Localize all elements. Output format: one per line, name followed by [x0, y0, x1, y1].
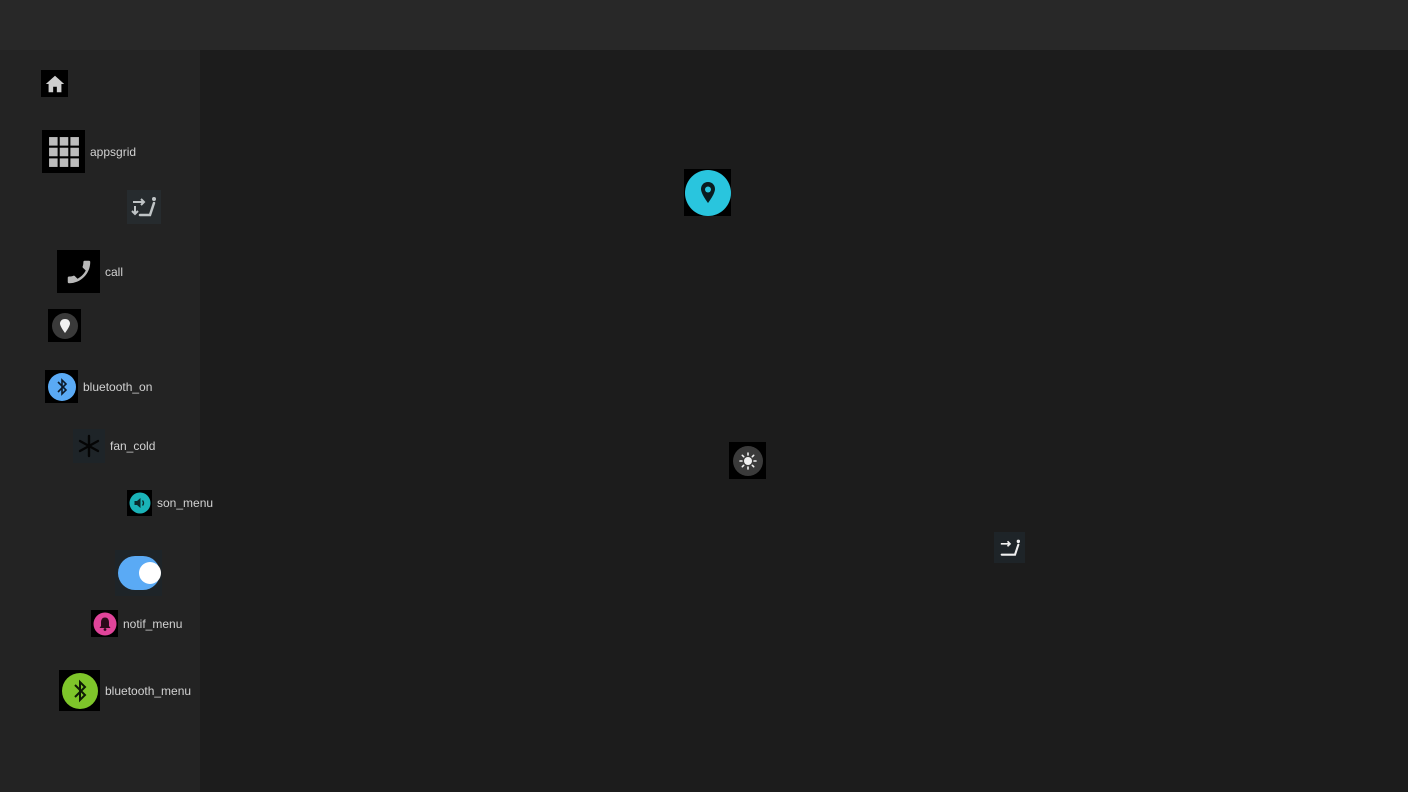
sidebar-item-toggle[interactable]	[115, 550, 162, 596]
brightness-button[interactable]	[729, 442, 766, 479]
phone-icon[interactable]	[57, 250, 100, 293]
sidebar-item-location[interactable]	[48, 309, 81, 342]
snowflake-icon[interactable]	[73, 429, 105, 463]
toggle-switch-icon[interactable]	[115, 550, 162, 596]
home-icon[interactable]	[41, 70, 68, 97]
seat-recline-button[interactable]	[994, 532, 1025, 563]
sidebar-item-home[interactable]	[41, 70, 68, 97]
top-bar	[0, 0, 1408, 50]
sidebar-item-label: call	[105, 264, 124, 279]
main-canvas	[200, 50, 1408, 792]
brightness-icon[interactable]	[729, 442, 766, 479]
volume-icon[interactable]	[127, 490, 152, 516]
sidebar-item-bluetooth-on[interactable]: bluetooth_on	[45, 370, 152, 403]
sidebar-item-call[interactable]: call	[57, 250, 123, 293]
sidebar-item-label: notif_menu	[123, 616, 183, 631]
sidebar-item-bluetooth-menu[interactable]: bluetooth_menu	[59, 670, 191, 711]
bluetooth-icon[interactable]	[59, 670, 100, 711]
sidebar-item-label: appsgrid	[90, 144, 137, 159]
sidebar-item-appsgrid[interactable]: appsgrid	[42, 130, 136, 173]
sidebar-item-notif-menu[interactable]: notif_menu	[91, 610, 182, 637]
sidebar-item-son-menu[interactable]: son_menu	[127, 490, 213, 516]
sidebar-item-label: fan_cold	[110, 439, 156, 453]
sidebar-item-label: son_menu	[157, 496, 214, 510]
location-pin-icon[interactable]	[684, 169, 731, 216]
sidebar-item-label: bluetooth_on	[83, 379, 153, 394]
seat-recline-icon[interactable]	[127, 190, 161, 224]
sidebar-item-fan-cold[interactable]: fan_cold	[73, 429, 155, 463]
seat-recline-icon[interactable]	[994, 532, 1025, 563]
sidebar-item-seat-recline[interactable]	[127, 190, 161, 224]
sidebar-item-label: bluetooth_menu	[105, 683, 192, 698]
apps-grid-icon[interactable]	[42, 130, 85, 173]
bell-icon[interactable]	[91, 610, 118, 637]
map-location-button[interactable]	[684, 169, 731, 216]
location-pin-icon[interactable]	[48, 309, 81, 342]
bluetooth-icon[interactable]	[45, 370, 78, 403]
